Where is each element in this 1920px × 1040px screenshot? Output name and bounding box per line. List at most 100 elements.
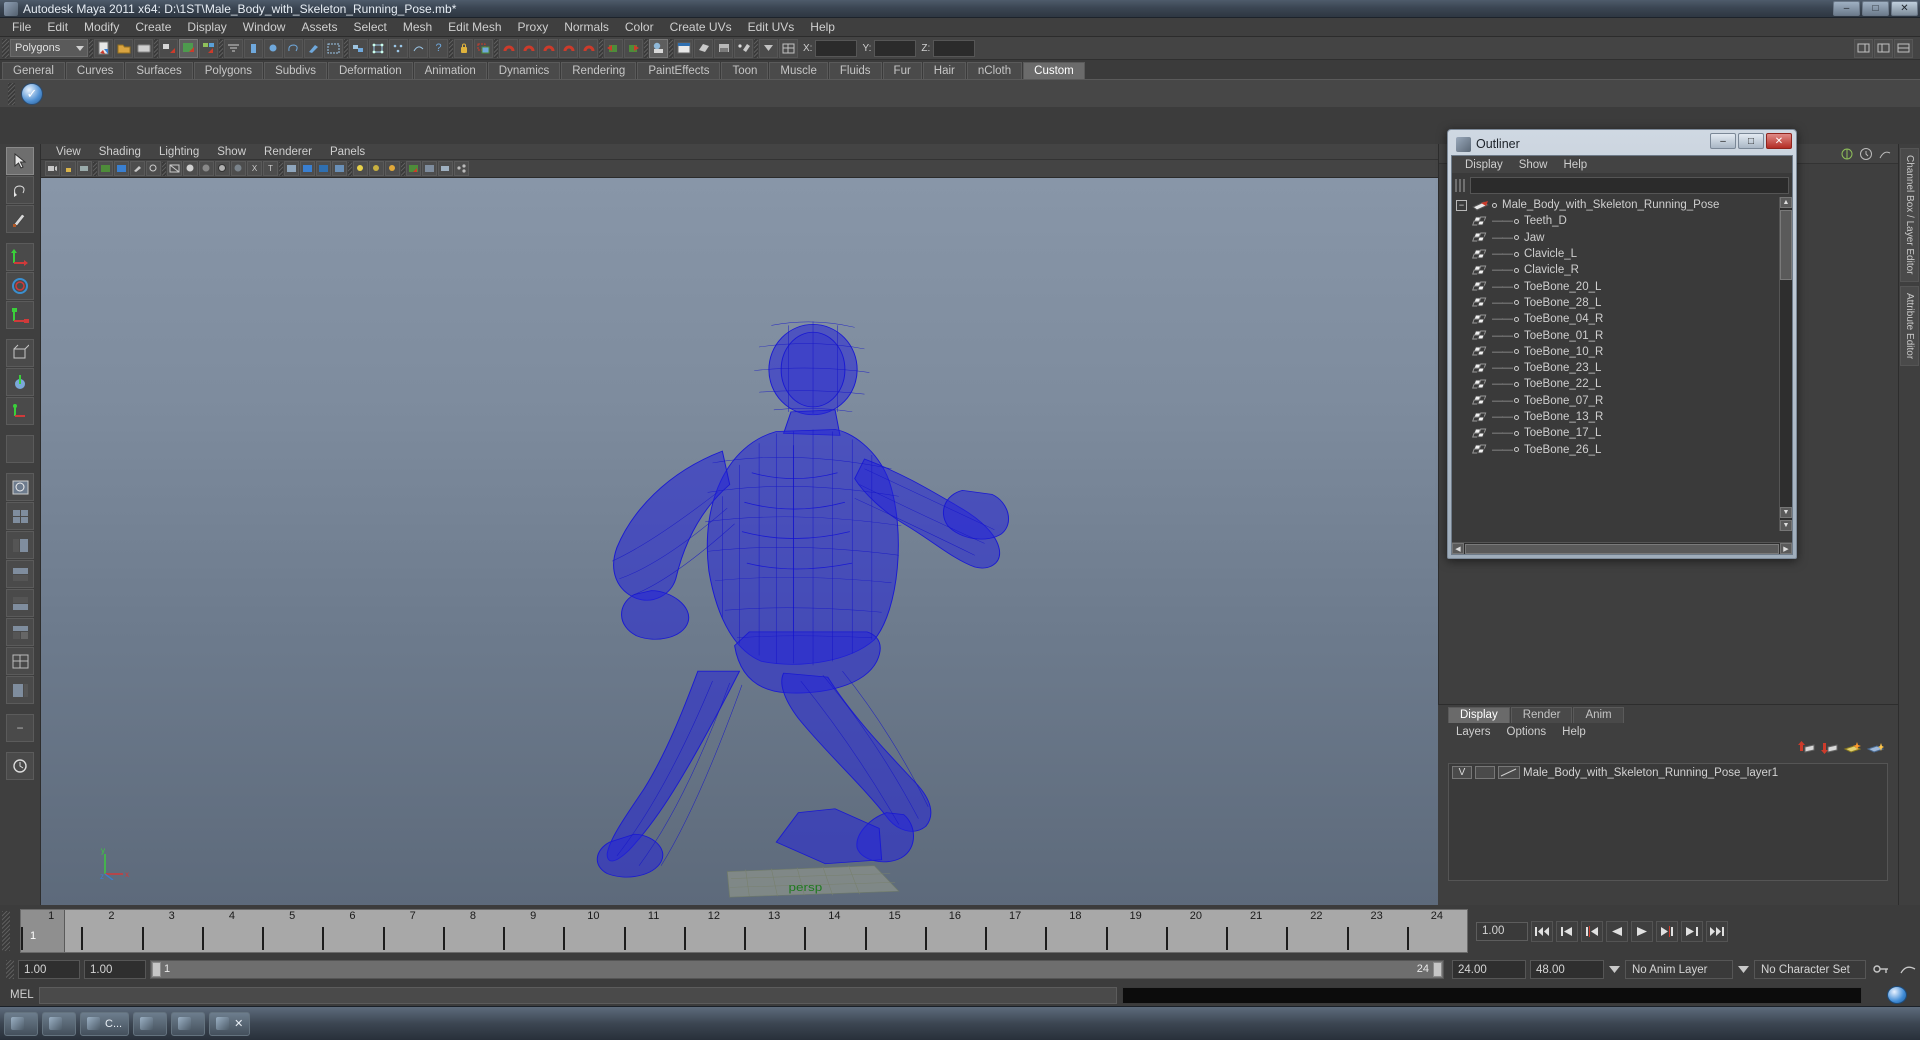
outliner-vertical-scrollbar[interactable]: ▲ ▼ ▼ (1779, 197, 1792, 531)
menu-file[interactable]: File (4, 18, 39, 37)
menu-mesh[interactable]: Mesh (395, 18, 440, 37)
toggle-tool-settings-button[interactable] (1874, 38, 1893, 58)
male-body-skeleton-running-pose-model[interactable]: persp (41, 178, 1438, 905)
paint-select-button[interactable] (304, 38, 323, 58)
show-manipulator-tool[interactable] (6, 397, 34, 425)
snap-to-curve-button[interactable] (519, 38, 538, 58)
go-to-start-icon[interactable] (1531, 920, 1553, 942)
snap-to-view-plane-button[interactable] (559, 38, 578, 58)
new-layer-icon[interactable] (1843, 741, 1862, 759)
select-components-button[interactable] (324, 38, 343, 58)
taskbar-start-icon[interactable] (4, 1011, 38, 1036)
playback-speed-field[interactable]: 1.00 (1476, 921, 1528, 941)
outliner-item[interactable]: —— ToeBone_01_R (1452, 327, 1778, 343)
menu-window[interactable]: Window (235, 18, 294, 37)
shelf-tab-fur[interactable]: Fur (882, 62, 922, 79)
playback-end-time-field[interactable]: 24.00 (1452, 960, 1526, 979)
construction-history-button[interactable] (649, 38, 668, 58)
layer-state-toggle[interactable] (1475, 766, 1495, 779)
maximize-button[interactable]: □ (1862, 1, 1889, 16)
use-default-material-icon[interactable] (284, 161, 299, 176)
layer-menu-options[interactable]: Options (1499, 726, 1555, 738)
image-plane-icon[interactable] (114, 161, 129, 176)
layer-editor-tab-render[interactable]: Render (1510, 707, 1573, 723)
layer-list[interactable]: V Male_Body_with_Skeleton_Running_Pose_la… (1448, 763, 1888, 881)
isolate-select-icon[interactable] (406, 161, 421, 176)
scroll-down-arrow-icon-2[interactable]: ▼ (1780, 520, 1792, 531)
undo-view-change-button[interactable] (6, 752, 34, 780)
hardware-texturing-icon[interactable] (316, 161, 331, 176)
shelf-grip[interactable] (8, 82, 15, 105)
new-layer-from-selected-icon[interactable] (1866, 741, 1885, 759)
show-hide-sidebar-button[interactable] (759, 38, 778, 58)
shelf-tab-curves[interactable]: Curves (65, 62, 125, 79)
viewport-menu-panels[interactable]: Panels (321, 146, 374, 158)
snap-to-live-object-button[interactable] (579, 38, 598, 58)
shaded-display-textures-icon[interactable] (300, 161, 315, 176)
render-view-button[interactable] (179, 38, 198, 58)
time-slider[interactable]: 1 1 2 3 4 5 6 7 8 9 10 11 12 13 14 15 16 17 18 19 20 21 22 23 2… (20, 909, 1468, 953)
toggle-channelbox-button[interactable] (779, 38, 798, 58)
outliner-root-node[interactable]: − Male_Body_with_Skeleton_Running_Pose (1452, 197, 1778, 213)
taskbar-maya-taskbar-icon[interactable]: C... (80, 1011, 130, 1036)
undo-button[interactable] (159, 38, 178, 58)
menu-modify[interactable]: Modify (76, 18, 127, 37)
four-view-layout[interactable] (6, 502, 34, 530)
default-light-icon[interactable] (369, 161, 384, 176)
outliner-maximize-button[interactable]: □ (1738, 133, 1764, 149)
wireframe-shading-icon[interactable] (167, 161, 182, 176)
lasso-select-button[interactable] (284, 38, 303, 58)
step-forward-keyframe-icon[interactable] (1681, 920, 1703, 942)
texture-toggle-icon[interactable]: T (263, 161, 278, 176)
persp-graph-hypergraph-layout[interactable] (6, 618, 34, 646)
menu-edit-uvs[interactable]: Edit UVs (740, 18, 803, 37)
lasso-tool[interactable] (6, 176, 34, 204)
x-coordinate-field[interactable] (815, 39, 858, 57)
pane-options-button[interactable]: − (6, 714, 34, 742)
viewport-3d-canvas[interactable]: persp y x z (41, 178, 1438, 905)
outliner-menu-show[interactable]: Show (1511, 159, 1556, 171)
hardware-fog-icon[interactable] (332, 161, 347, 176)
outliner-item[interactable]: —— ToeBone_20_L (1452, 278, 1778, 294)
channel-box-clock-icon[interactable] (1859, 147, 1873, 161)
outliner-item[interactable]: —— ToeBone_13_R (1452, 409, 1778, 425)
shelf-tab-ncloth[interactable]: nCloth (966, 62, 1023, 79)
menu-help[interactable]: Help (802, 18, 843, 37)
range-start-handle[interactable] (152, 962, 161, 977)
chevron-down-icon[interactable] (1608, 966, 1621, 973)
select-surface-button[interactable] (349, 38, 368, 58)
shelf-tab-polygons[interactable]: Polygons (193, 62, 264, 79)
outliner-item[interactable]: —— Clavicle_R (1452, 262, 1778, 278)
paint-select-tool[interactable] (6, 205, 34, 233)
viewport-menu-view[interactable]: View (47, 146, 90, 158)
grid-toggle-icon[interactable] (98, 161, 113, 176)
outliner-item[interactable]: —— Clavicle_L (1452, 246, 1778, 262)
outliner-persp-layout[interactable] (6, 531, 34, 559)
range-end-handle[interactable] (1433, 962, 1442, 977)
layer-menu-help[interactable]: Help (1554, 726, 1594, 738)
smooth-shade-all-icon[interactable] (183, 161, 198, 176)
chevron-down-icon-2[interactable] (1737, 966, 1750, 973)
shelf-tab-general[interactable]: General (2, 62, 65, 79)
x-ray-joints-icon[interactable]: X (247, 161, 262, 176)
outliner-horizontal-scrollbar[interactable]: ◀ ▶ (1452, 542, 1792, 554)
render-current-frame-button[interactable] (674, 38, 693, 58)
toggle-attribute-editor-button[interactable] (1854, 38, 1873, 58)
lock-camera-icon[interactable] (61, 161, 76, 176)
playback-start-time-field[interactable]: 1.00 (84, 960, 146, 979)
character-set-select[interactable]: No Character Set (1754, 960, 1866, 979)
four-view-alt-layout[interactable] (6, 647, 34, 675)
select-points-button[interactable] (389, 38, 408, 58)
menu-assets[interactable]: Assets (293, 18, 345, 37)
outliner-item[interactable]: —— Jaw (1452, 230, 1778, 246)
minimize-button[interactable]: – (1833, 1, 1860, 16)
outliner-scroll-thumb[interactable] (1780, 210, 1792, 280)
outliner-menu-display[interactable]: Display (1457, 159, 1511, 171)
taskbar-window-icon[interactable] (42, 1011, 76, 1036)
toggle-channel-box-layer-editor-button[interactable] (1894, 38, 1913, 58)
scroll-up-arrow-icon[interactable]: ▲ (1780, 197, 1792, 208)
shadows-icon[interactable] (385, 161, 400, 176)
viewport-menu-renderer[interactable]: Renderer (255, 146, 321, 158)
new-scene-button[interactable] (94, 38, 113, 58)
viewport-menu-lighting[interactable]: Lighting (150, 146, 208, 158)
